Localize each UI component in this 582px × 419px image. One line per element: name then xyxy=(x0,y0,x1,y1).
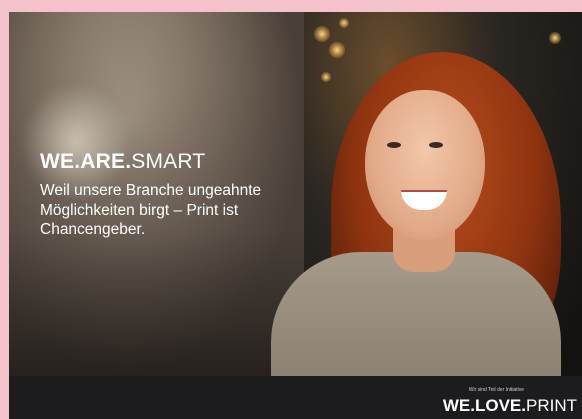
bokeh-light xyxy=(549,32,561,44)
portrait-eye xyxy=(429,142,443,148)
pink-border-left xyxy=(0,0,9,419)
bokeh-light xyxy=(321,72,331,82)
welove-print-logo: WE.LOVE.PRINT xyxy=(443,396,577,416)
bokeh-light xyxy=(329,42,345,58)
headline-light: SMART xyxy=(131,150,206,173)
pink-border-top xyxy=(0,0,582,12)
tagline: Weil unsere Branche ungeahnte Möglichkei… xyxy=(40,182,262,238)
portrait-face xyxy=(365,90,485,240)
bokeh-light xyxy=(314,26,330,42)
headline: WE.ARE.SMART xyxy=(40,150,205,174)
headline-bold: WE.ARE. xyxy=(40,150,132,173)
logo-light: PRINT xyxy=(526,396,577,415)
portrait-eye xyxy=(387,142,401,148)
bokeh-light xyxy=(339,18,349,28)
banner: WE.ARE.SMART Weil unsere Branche ungeahn… xyxy=(0,0,582,419)
logo-bold: WE.LOVE. xyxy=(442,396,526,415)
initiative-note: Wir sind Teil der Initiative xyxy=(468,387,524,393)
